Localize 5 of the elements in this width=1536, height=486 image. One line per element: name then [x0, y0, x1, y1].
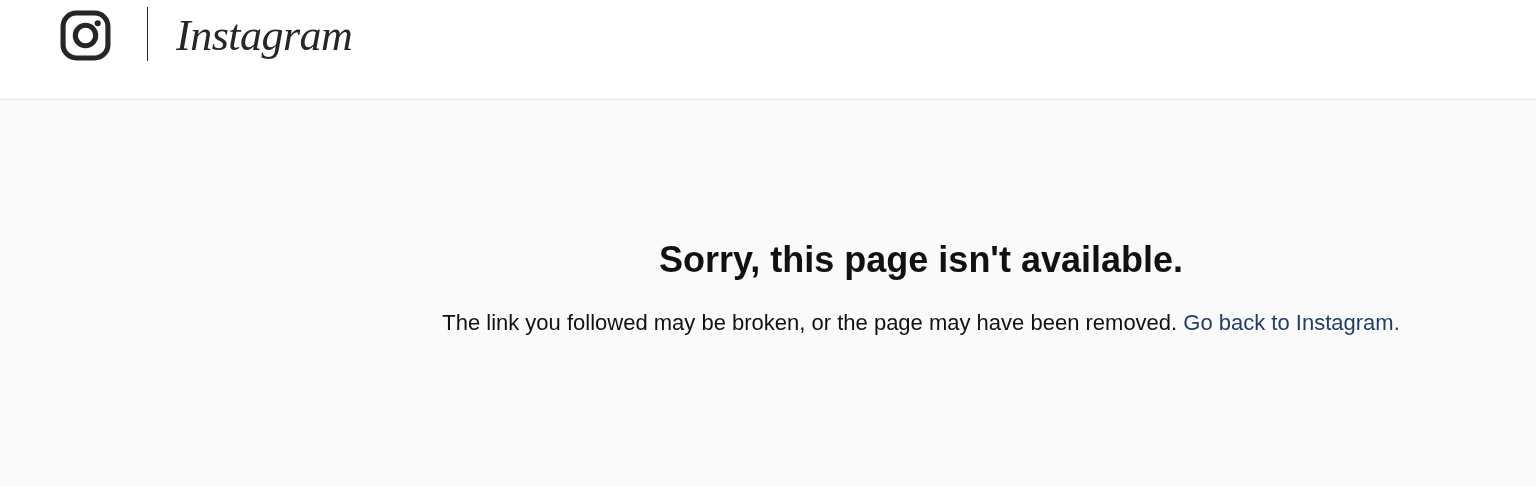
error-title: Sorry, this page isn't available. [657, 238, 1185, 282]
camera-icon[interactable] [60, 10, 111, 61]
back-link[interactable]: Go back to Instagram. [1183, 310, 1400, 335]
wordmark[interactable]: Instagram [176, 10, 353, 61]
error-message: The link you followed may be broken, or the page may have been removed. Go back to Instagram. [441, 309, 1401, 337]
